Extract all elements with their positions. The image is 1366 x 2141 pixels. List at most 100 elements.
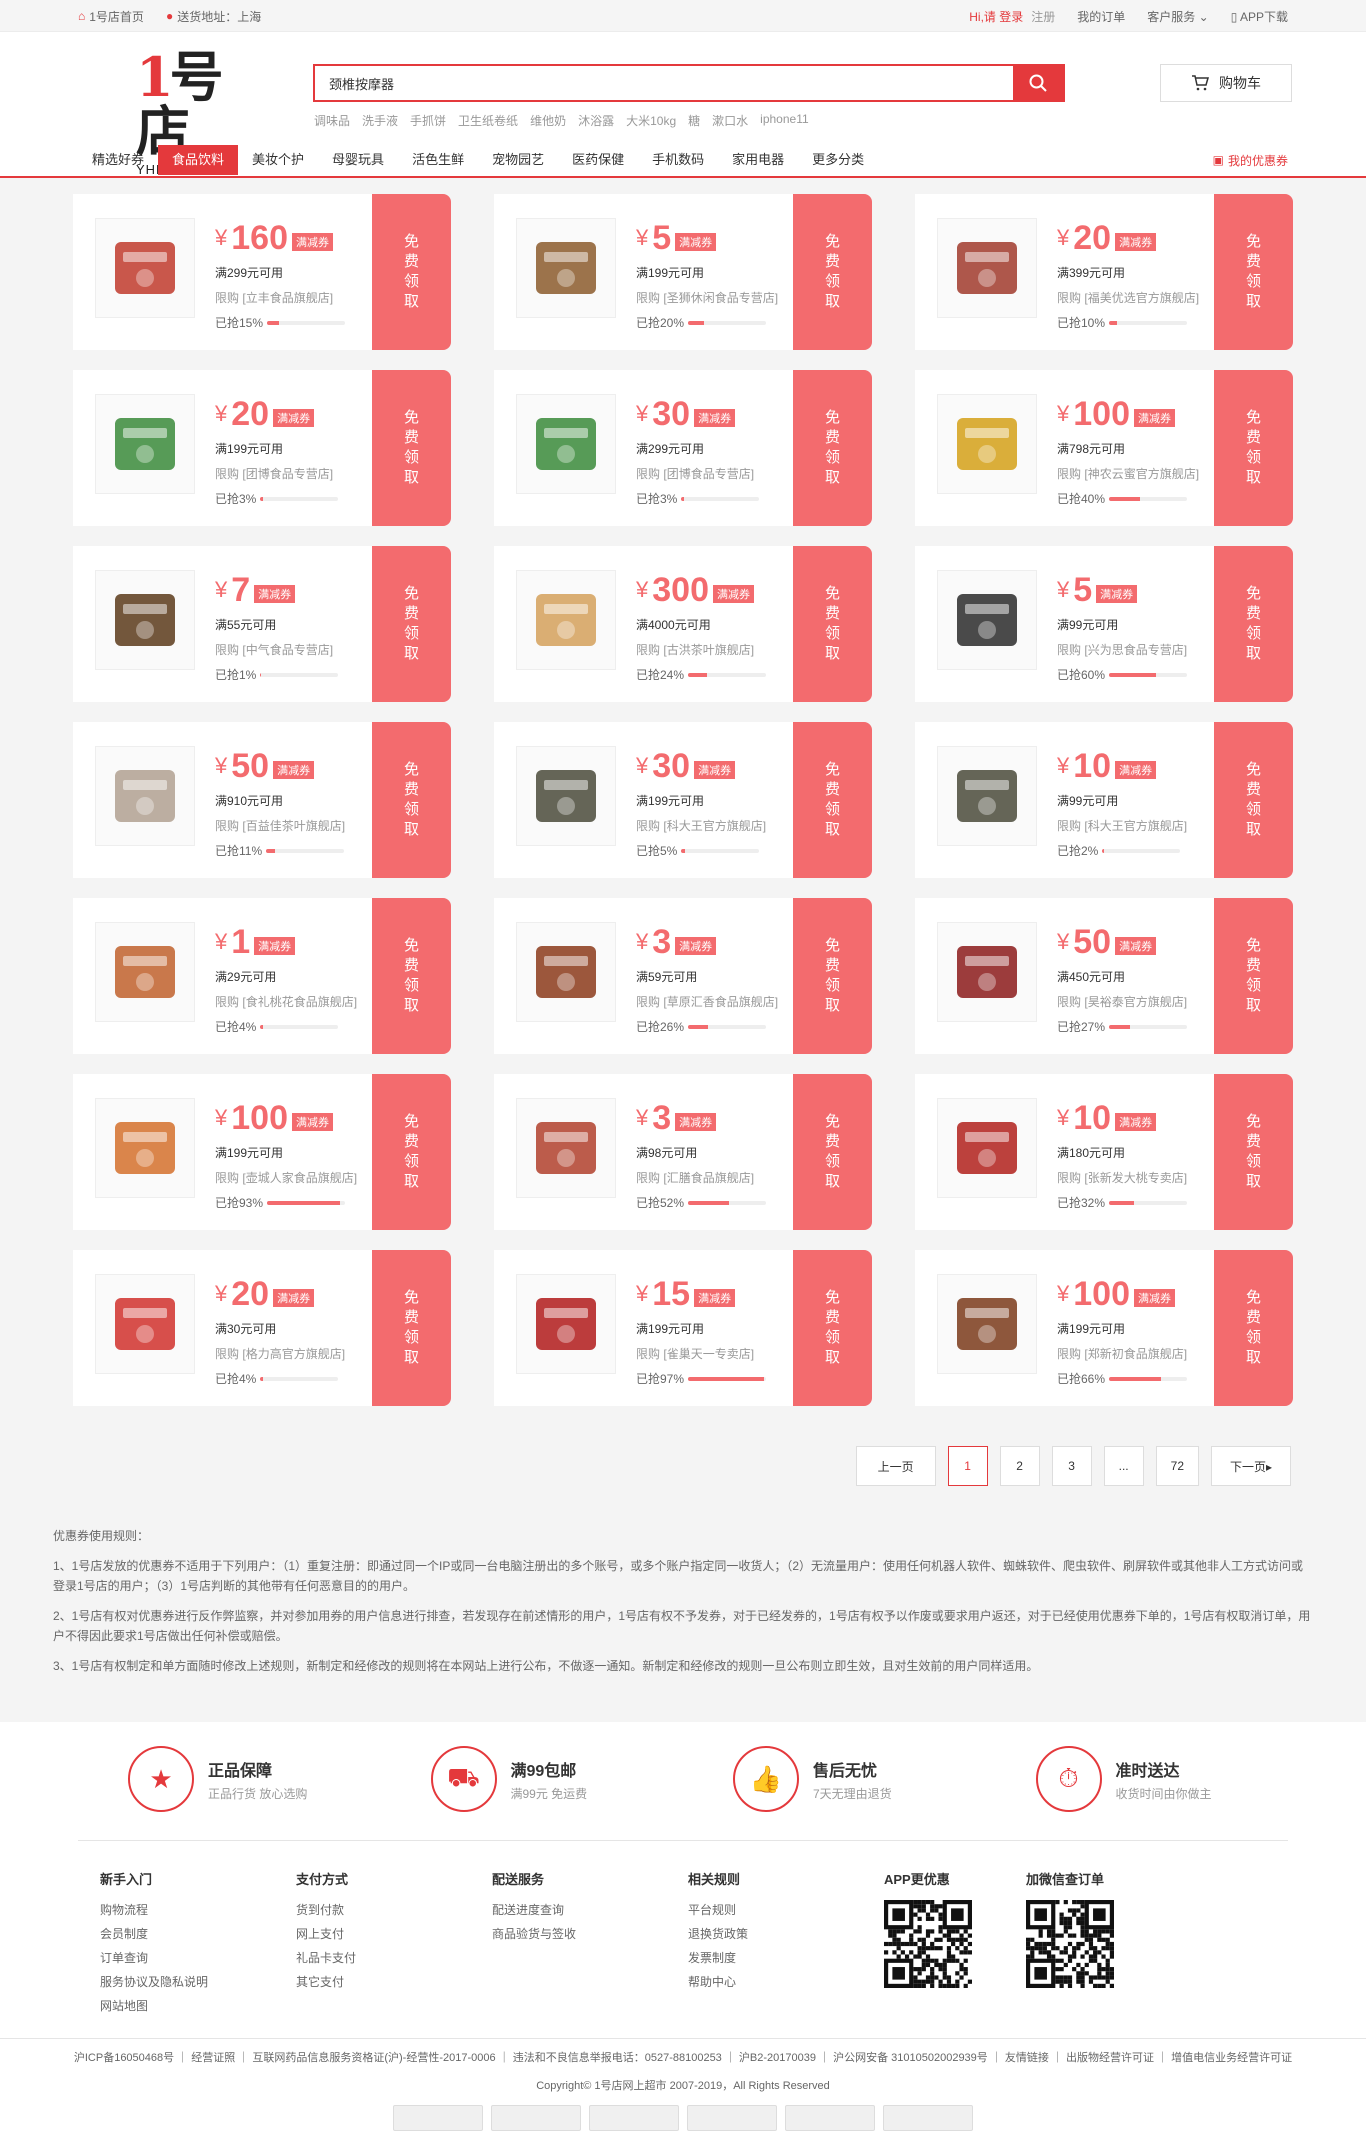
cart-button[interactable]: 购物车	[1160, 64, 1292, 102]
claim-coupon-button[interactable]: 免费领取	[368, 1250, 451, 1406]
home-link[interactable]: ⌂ 1号店首页	[78, 8, 144, 25]
trust-badge[interactable]	[589, 2105, 679, 2131]
claim-coupon-button[interactable]: 免费领取	[368, 1074, 451, 1230]
product-image[interactable]	[516, 218, 616, 318]
page-number[interactable]: 2	[999, 1446, 1040, 1486]
claim-coupon-button[interactable]: 免费领取	[789, 194, 872, 350]
product-image[interactable]	[937, 1274, 1037, 1374]
product-image[interactable]	[95, 394, 195, 494]
product-image[interactable]	[95, 1098, 195, 1198]
footer-link[interactable]: 退换货政策	[688, 1922, 884, 1946]
claim-coupon-button[interactable]: 免费领取	[1210, 722, 1293, 878]
footer-link[interactable]: 发票制度	[688, 1946, 884, 1970]
hot-word-link[interactable]: 调味品	[314, 112, 350, 129]
nav-item[interactable]: 家用电器	[718, 145, 798, 175]
nav-item[interactable]: 母婴玩具	[318, 145, 398, 175]
product-image[interactable]	[937, 570, 1037, 670]
claim-coupon-button[interactable]: 免费领取	[1210, 370, 1293, 526]
claim-coupon-button[interactable]: 免费领取	[1210, 1250, 1293, 1406]
product-image[interactable]	[937, 922, 1037, 1022]
page-number[interactable]: 3	[1051, 1446, 1092, 1486]
claim-coupon-button[interactable]: 免费领取	[368, 194, 451, 350]
search-button[interactable]	[1013, 66, 1063, 100]
trust-badge[interactable]	[687, 2105, 777, 2131]
product-image[interactable]	[937, 1098, 1037, 1198]
hot-word-link[interactable]: iphone11	[760, 112, 809, 129]
claim-coupon-button[interactable]: 免费领取	[789, 546, 872, 702]
trust-badge[interactable]	[491, 2105, 581, 2131]
claim-coupon-button[interactable]: 免费领取	[1210, 1074, 1293, 1230]
nav-item[interactable]: 美妆个护	[238, 145, 318, 175]
claim-coupon-button[interactable]: 免费领取	[1210, 546, 1293, 702]
nav-item[interactable]: 精选好券	[78, 145, 158, 175]
customer-service-menu[interactable]: 客户服务 ⌄	[1147, 8, 1208, 25]
my-coupons-link[interactable]: ▣ 我的优惠券	[1213, 152, 1288, 169]
footer-link[interactable]: 网站地图	[100, 1994, 296, 2018]
footer-link[interactable]: 帮助中心	[688, 1970, 884, 1994]
footer-link[interactable]: 订单查询	[100, 1946, 296, 1970]
nav-item[interactable]: 活色生鲜	[398, 145, 478, 175]
hot-word-link[interactable]: 沐浴露	[578, 112, 614, 129]
hot-word-link[interactable]: 大米10kg	[626, 112, 676, 129]
claim-coupon-button[interactable]: 免费领取	[1210, 898, 1293, 1054]
claim-coupon-button[interactable]: 免费领取	[368, 898, 451, 1054]
footer-link[interactable]: 配送进度查询	[492, 1898, 688, 1922]
footer-link[interactable]: 商品验货与签收	[492, 1922, 688, 1946]
claim-coupon-button[interactable]: 免费领取	[789, 1074, 872, 1230]
nav-item[interactable]: 手机数码	[638, 145, 718, 175]
claim-coupon-button[interactable]: 免费领取	[1210, 194, 1293, 350]
claim-coupon-button[interactable]: 免费领取	[789, 1250, 872, 1406]
product-image[interactable]	[937, 394, 1037, 494]
nav-item[interactable]: 宠物园艺	[478, 145, 558, 175]
product-image[interactable]	[937, 746, 1037, 846]
footer-link[interactable]: 礼品卡支付	[296, 1946, 492, 1970]
product-image[interactable]	[95, 218, 195, 318]
claim-coupon-button[interactable]: 免费领取	[368, 370, 451, 526]
nav-item[interactable]: 食品饮料	[158, 145, 239, 175]
product-image[interactable]	[95, 922, 195, 1022]
product-image[interactable]	[95, 570, 195, 670]
trust-badge[interactable]	[785, 2105, 875, 2131]
delivery-address[interactable]: ● 送货地址：上海	[166, 8, 261, 25]
product-image[interactable]	[516, 1274, 616, 1374]
product-image[interactable]	[516, 570, 616, 670]
hot-word-link[interactable]: 维他奶	[530, 112, 566, 129]
login-link[interactable]: Hi,请 登录	[969, 8, 1023, 25]
product-image[interactable]	[937, 218, 1037, 318]
claim-coupon-button[interactable]: 免费领取	[368, 546, 451, 702]
nav-item[interactable]: 更多分类	[798, 145, 878, 175]
product-image[interactable]	[516, 1098, 616, 1198]
hot-word-link[interactable]: 糖	[688, 112, 700, 129]
site-logo[interactable]: 1号店 YHD.COM	[136, 50, 226, 177]
claim-coupon-button[interactable]: 免费领取	[368, 722, 451, 878]
footer-link[interactable]: 货到付款	[296, 1898, 492, 1922]
product-image[interactable]	[95, 1274, 195, 1374]
claim-coupon-button[interactable]: 免费领取	[789, 898, 872, 1054]
my-orders-link[interactable]: 我的订单	[1077, 8, 1125, 25]
register-link[interactable]: 注册	[1031, 8, 1055, 25]
footer-link[interactable]: 其它支付	[296, 1970, 492, 1994]
footer-link[interactable]: 服务协议及隐私说明	[100, 1970, 296, 1994]
claim-coupon-button[interactable]: 免费领取	[789, 370, 872, 526]
hot-word-link[interactable]: 洗手液	[362, 112, 398, 129]
app-download-link[interactable]: ▯ APP下载	[1231, 8, 1288, 25]
search-input[interactable]	[315, 66, 1013, 100]
page-number[interactable]: 72	[1155, 1446, 1199, 1486]
footer-link[interactable]: 会员制度	[100, 1922, 296, 1946]
product-image[interactable]	[516, 746, 616, 846]
hot-word-link[interactable]: 漱口水	[712, 112, 748, 129]
page-number[interactable]: ...	[1103, 1446, 1144, 1486]
prev-page-button[interactable]: 上一页	[855, 1446, 936, 1486]
product-image[interactable]	[95, 746, 195, 846]
product-image[interactable]	[516, 922, 616, 1022]
hot-word-link[interactable]: 卫生纸卷纸	[458, 112, 518, 129]
footer-link[interactable]: 购物流程	[100, 1898, 296, 1922]
next-page-button[interactable]: 下一页▸	[1211, 1446, 1291, 1486]
claim-coupon-button[interactable]: 免费领取	[789, 722, 872, 878]
footer-link[interactable]: 网上支付	[296, 1922, 492, 1946]
hot-word-link[interactable]: 手抓饼	[410, 112, 446, 129]
trust-badge[interactable]	[883, 2105, 973, 2131]
page-number[interactable]: 1	[947, 1446, 988, 1486]
nav-item[interactable]: 医药保健	[558, 145, 638, 175]
product-image[interactable]	[516, 394, 616, 494]
